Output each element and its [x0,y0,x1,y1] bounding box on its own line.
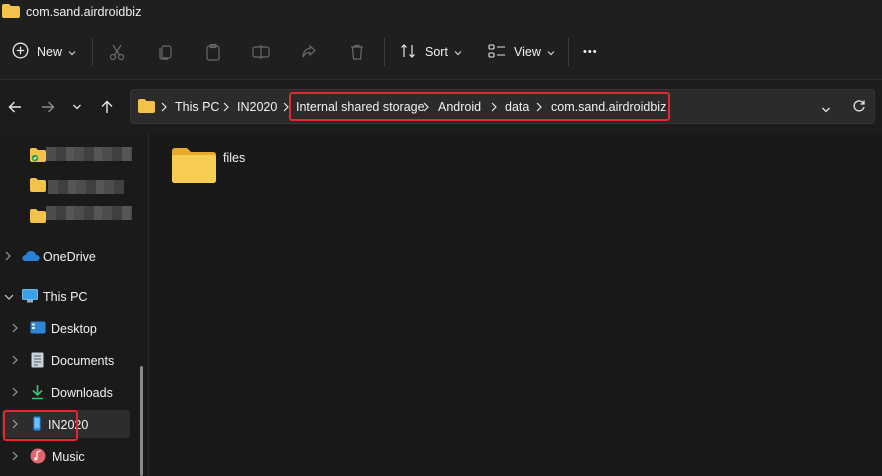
sidebar-item-label: Desktop [51,322,97,336]
sort-button[interactable]: Sort [400,24,462,80]
sidebar-item-label: OneDrive [43,250,96,264]
folder-icon[interactable] [30,148,46,165]
sort-icon [400,43,416,62]
refresh-icon[interactable] [852,99,866,116]
toolbar-separator [384,38,385,66]
command-bar: New Sort View ••• [0,24,882,80]
redacted-folder-name [46,206,132,220]
toolbar-separator [568,38,569,66]
folder-icon [138,99,155,116]
drive-highlight-box [3,410,78,441]
folder-icon [2,3,20,21]
sidebar-item-downloads[interactable]: Downloads [0,378,113,408]
list-item[interactable]: files [172,146,245,186]
back-arrow-icon[interactable] [4,96,26,118]
file-list [149,134,882,476]
document-icon [31,352,44,371]
redacted-folder-name [46,147,132,161]
window-title: com.sand.airdroidbiz [26,5,142,19]
title-bar: com.sand.airdroidbiz [0,0,882,24]
folder-icon[interactable] [30,178,46,195]
rename-icon[interactable] [250,41,272,63]
sidebar-scrollbar[interactable] [140,366,143,476]
breadcrumb-in2020[interactable]: IN2020 [237,90,277,123]
sidebar-item-label: This PC [43,290,88,304]
chevron-down-icon [547,45,555,59]
computer-icon [22,288,38,306]
folder-icon [172,147,216,186]
cut-icon[interactable] [106,41,128,63]
up-arrow-icon[interactable] [96,96,118,118]
path-highlight-box [289,92,670,121]
breadcrumb-this-pc[interactable]: This PC [175,90,219,123]
view-button[interactable]: View [488,24,555,80]
sidebar-item-onedrive[interactable]: OneDrive [0,242,96,272]
sidebar-item-music[interactable]: Music [0,442,85,472]
toolbar-separator [92,38,93,66]
sort-label: Sort [425,45,448,59]
share-icon[interactable] [298,41,320,63]
chevron-right-icon[interactable] [4,250,12,264]
delete-icon[interactable] [346,41,368,63]
address-history-chevron-icon[interactable] [821,103,831,117]
sidebar-item-label: Documents [51,354,115,368]
plus-circle-icon [12,42,29,62]
view-icon [488,43,506,62]
chevron-down-icon [68,45,76,59]
chevron-right-icon[interactable] [11,386,19,400]
download-arrow-icon [31,384,44,403]
forward-arrow-icon[interactable] [37,96,59,118]
desktop-icon [30,321,46,337]
sidebar-item-documents[interactable]: Documents [0,346,114,376]
music-icon [30,448,46,467]
breadcrumb-chevron-icon [223,101,233,113]
new-label: New [37,45,63,59]
sidebar-item-label: Downloads [51,386,113,400]
more-options-button[interactable]: ••• [583,24,598,80]
view-label: View [514,45,541,59]
chevron-right-icon[interactable] [11,354,19,368]
cloud-icon [22,250,40,265]
folder-icon[interactable] [30,209,46,226]
sidebar-item-this-pc[interactable]: This PC [0,282,87,312]
paste-icon[interactable] [202,41,224,63]
breadcrumb-chevron-icon [161,101,171,113]
redacted-folder-name [48,180,124,194]
sidebar-item-label: Music [52,450,85,464]
chevron-right-icon[interactable] [11,450,19,464]
new-button[interactable]: New [12,24,76,80]
sidebar-item-desktop[interactable]: Desktop [0,314,97,344]
file-name: files [223,151,246,165]
chevron-right-icon[interactable] [11,322,19,336]
recent-chevron-icon[interactable] [66,96,88,118]
chevron-down-icon [454,45,462,59]
copy-icon[interactable] [155,41,177,63]
chevron-down-icon[interactable] [4,290,14,304]
